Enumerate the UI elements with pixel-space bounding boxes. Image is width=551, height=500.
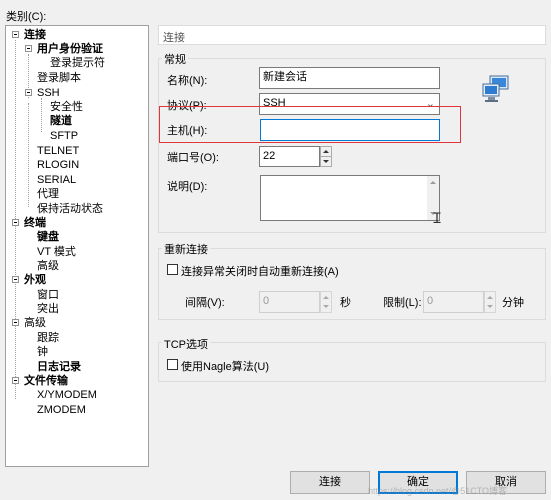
port-spin-down[interactable] <box>321 157 331 166</box>
expand-ssh-icon[interactable] <box>25 89 32 96</box>
tree-item-proxy[interactable]: 代理 <box>37 187 59 201</box>
tree-item-window[interactable]: 窗口 <box>37 288 59 302</box>
expand-connection-icon[interactable] <box>12 31 19 38</box>
spin-arrows-icon <box>323 296 329 308</box>
panel-header-title: 连接 <box>163 32 185 44</box>
tree-item-zmodem[interactable]: ZMODEM <box>37 403 86 417</box>
general-group-title: 常规 <box>162 51 188 67</box>
interval-spinner[interactable] <box>320 291 332 313</box>
tree-item-trace[interactable]: 跟踪 <box>37 331 59 345</box>
limit-label: 限制(L): <box>383 297 422 309</box>
text-cursor-icon: Ｉ <box>430 210 444 226</box>
minutes-unit: 分钟 <box>502 297 524 309</box>
limit-input[interactable]: 0 <box>423 291 484 313</box>
tree-item-rlogin[interactable]: RLOGIN <box>37 158 79 172</box>
tree-item-connection[interactable]: 连接 <box>24 28 46 42</box>
host-input[interactable] <box>260 119 440 141</box>
tree-item-highlight[interactable]: 突出 <box>37 302 59 316</box>
expand-advanced-icon[interactable] <box>12 319 19 326</box>
tree-item-bell[interactable]: 钟 <box>37 345 48 359</box>
port-spin-up[interactable] <box>321 147 331 157</box>
tree-item-login-script[interactable]: 登录脚本 <box>37 71 81 85</box>
auto-reconnect-label[interactable]: 连接异常关闭时自动重新连接(A) <box>181 263 339 279</box>
description-label: 说明(D): <box>167 181 208 193</box>
tree-item-ssh[interactable]: SSH <box>37 86 60 100</box>
category-label: 类别(C): <box>6 11 47 23</box>
expand-transfer-icon[interactable] <box>12 377 19 384</box>
tree-item-file-transfer[interactable]: 文件传输 <box>24 374 68 388</box>
arrow-down-icon <box>323 160 329 163</box>
expand-auth-icon[interactable] <box>25 45 32 52</box>
tree-item-terminal-advanced[interactable]: 高级 <box>37 259 59 273</box>
reconnect-group-title: 重新连接 <box>162 241 210 257</box>
spin-arrows-icon <box>487 296 493 308</box>
tree-branch-ssh <box>28 103 29 207</box>
tree-item-login-prompt[interactable]: 登录提示符 <box>50 56 105 70</box>
tree-item-serial[interactable]: SERIAL <box>37 173 76 187</box>
nagle-checkbox[interactable] <box>167 359 178 370</box>
expand-terminal-icon[interactable] <box>12 219 19 226</box>
connect-button[interactable]: 连接 <box>290 471 370 494</box>
port-input[interactable]: 22 <box>259 146 320 167</box>
panel-header: 连接 <box>158 25 546 45</box>
tree-item-auth[interactable]: 用户身份验证 <box>37 42 103 56</box>
watermark-text: https://blog.csdn.net/@51CTO博客 <box>368 486 508 496</box>
tree-item-security[interactable]: 安全性 <box>50 100 83 114</box>
tree-item-advanced[interactable]: 高级 <box>24 316 46 330</box>
port-spinner[interactable] <box>320 146 332 167</box>
expand-appearance-icon[interactable] <box>12 276 19 283</box>
tree-item-vt-mode[interactable]: VT 模式 <box>37 245 76 259</box>
network-computer-icon <box>482 75 512 103</box>
category-tree[interactable]: 连接 用户身份验证 登录提示符 登录脚本 SSH 安全性 隧道 SFTP TEL… <box>5 25 149 467</box>
host-label: 主机(H): <box>167 125 208 137</box>
tree-item-sftp[interactable]: SFTP <box>50 129 78 143</box>
tree-item-keyboard[interactable]: 键盘 <box>37 230 59 244</box>
tree-item-logging[interactable]: 日志记录 <box>37 360 81 374</box>
auto-reconnect-checkbox[interactable] <box>167 264 178 275</box>
tree-item-tunnel[interactable]: 隧道 <box>50 114 72 128</box>
tree-item-appearance[interactable]: 外观 <box>24 273 46 287</box>
tree-item-keepalive[interactable]: 保持活动状态 <box>37 202 103 216</box>
tcp-group-title: TCP选项 <box>162 336 210 352</box>
interval-label: 间隔(V): <box>185 297 225 309</box>
tree-branch-ssh-children <box>41 98 42 132</box>
description-input[interactable] <box>260 175 440 221</box>
interval-input[interactable]: 0 <box>259 291 320 313</box>
name-label: 名称(N): <box>167 75 208 87</box>
nagle-label[interactable]: 使用Nagle算法(U) <box>181 358 269 374</box>
arrow-up-icon <box>323 150 329 153</box>
port-label: 端口号(O): <box>167 152 219 164</box>
tree-item-terminal[interactable]: 终端 <box>24 216 46 230</box>
tree-item-telnet[interactable]: TELNET <box>37 144 79 158</box>
limit-spinner[interactable] <box>484 291 496 313</box>
name-input[interactable]: 新建会话 <box>259 67 440 89</box>
seconds-unit: 秒 <box>340 297 351 309</box>
tree-item-xymodem[interactable]: X/YMODEM <box>37 388 97 402</box>
